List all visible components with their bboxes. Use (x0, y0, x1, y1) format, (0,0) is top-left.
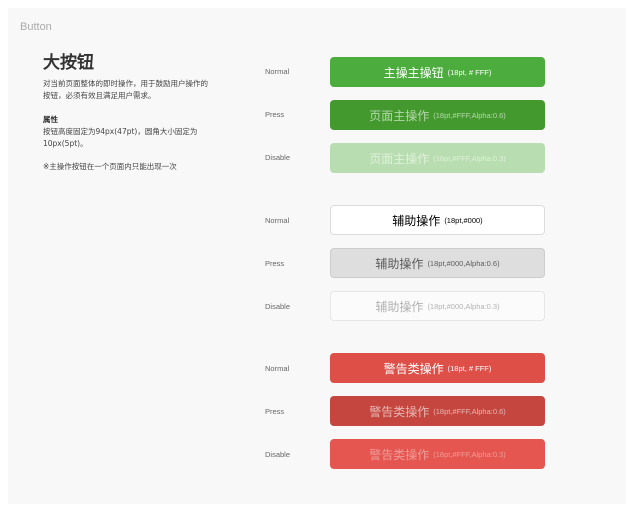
primary-button-normal[interactable]: 主操主操钮 (18pt, # FFF) (330, 57, 545, 87)
button-spec: (18pt,#FFF,Alpha:0.6) (433, 406, 506, 416)
description-text: 对当前页面整体的即时操作，用于鼓励用户操作的按钮，必须有效且满足用户需求。 (43, 79, 208, 100)
secondary-button-normal[interactable]: 辅助操作 (18pt,#000) (330, 205, 545, 235)
warning-button-normal[interactable]: 警告类操作 (18pt, # FFF) (330, 353, 545, 383)
state-label-press: Press (265, 259, 285, 268)
button-label: 辅助操作 (392, 213, 441, 228)
button-label: 页面主操作 (369, 151, 430, 166)
attributes-heading: 属性 (43, 115, 58, 124)
button-label: 警告类操作 (369, 404, 430, 419)
state-label-press: Press (265, 110, 285, 119)
primary-button-press[interactable]: 页面主操作 (18pt,#FFF,Alpha:0.6) (330, 100, 545, 130)
state-label-press: Press (265, 407, 285, 416)
button-spec: (18pt,#FFF,Alpha:0.3) (433, 153, 506, 163)
state-label-normal: Normal (265, 67, 290, 76)
button-spec: (18pt,#000,Alpha:0.6) (427, 258, 500, 268)
button-label: 页面主操作 (369, 108, 430, 123)
attributes-text: 按钮高度固定为94px(47pt)，圆角大小固定为10px(5pt)。 (43, 127, 198, 148)
page-title: 大按钮 (43, 53, 94, 73)
button-spec: (18pt,#FFF,Alpha:0.6) (433, 110, 506, 120)
button-spec: (18pt,#FFF,Alpha:0.3) (433, 449, 506, 459)
button-label: 辅助操作 (375, 256, 424, 271)
state-label-normal: Normal (265, 364, 290, 373)
state-label-normal: Normal (265, 216, 290, 225)
warning-button-disabled[interactable]: 警告类操作 (18pt,#FFF,Alpha:0.3) (330, 439, 545, 469)
button-spec: (18pt, # FFF) (447, 363, 492, 373)
usage-note: ※主操作按钮在一个页面内只能出现一次 (43, 162, 177, 171)
state-label-disable: Disable (265, 153, 291, 162)
state-label-disable: Disable (265, 302, 291, 311)
secondary-button-disabled[interactable]: 辅助操作 (18pt,#000,Alpha:0.3) (330, 291, 545, 321)
button-spec: (18pt, # FFF) (447, 67, 492, 77)
button-spec: (18pt,#000) (444, 215, 483, 225)
button-label: 警告类操作 (369, 447, 430, 462)
secondary-button-press[interactable]: 辅助操作 (18pt,#000,Alpha:0.6) (330, 248, 545, 278)
warning-button-press[interactable]: 警告类操作 (18pt,#FFF,Alpha:0.6) (330, 396, 545, 426)
primary-button-disabled[interactable]: 页面主操作 (18pt,#FFF,Alpha:0.3) (330, 143, 545, 173)
button-spec: (18pt,#000,Alpha:0.3) (427, 301, 500, 311)
button-label: 主操主操钮 (383, 65, 444, 80)
section-label: Button (20, 21, 52, 33)
button-label: 警告类操作 (383, 361, 444, 376)
state-label-disable: Disable (265, 450, 291, 459)
button-label: 辅助操作 (375, 299, 424, 314)
